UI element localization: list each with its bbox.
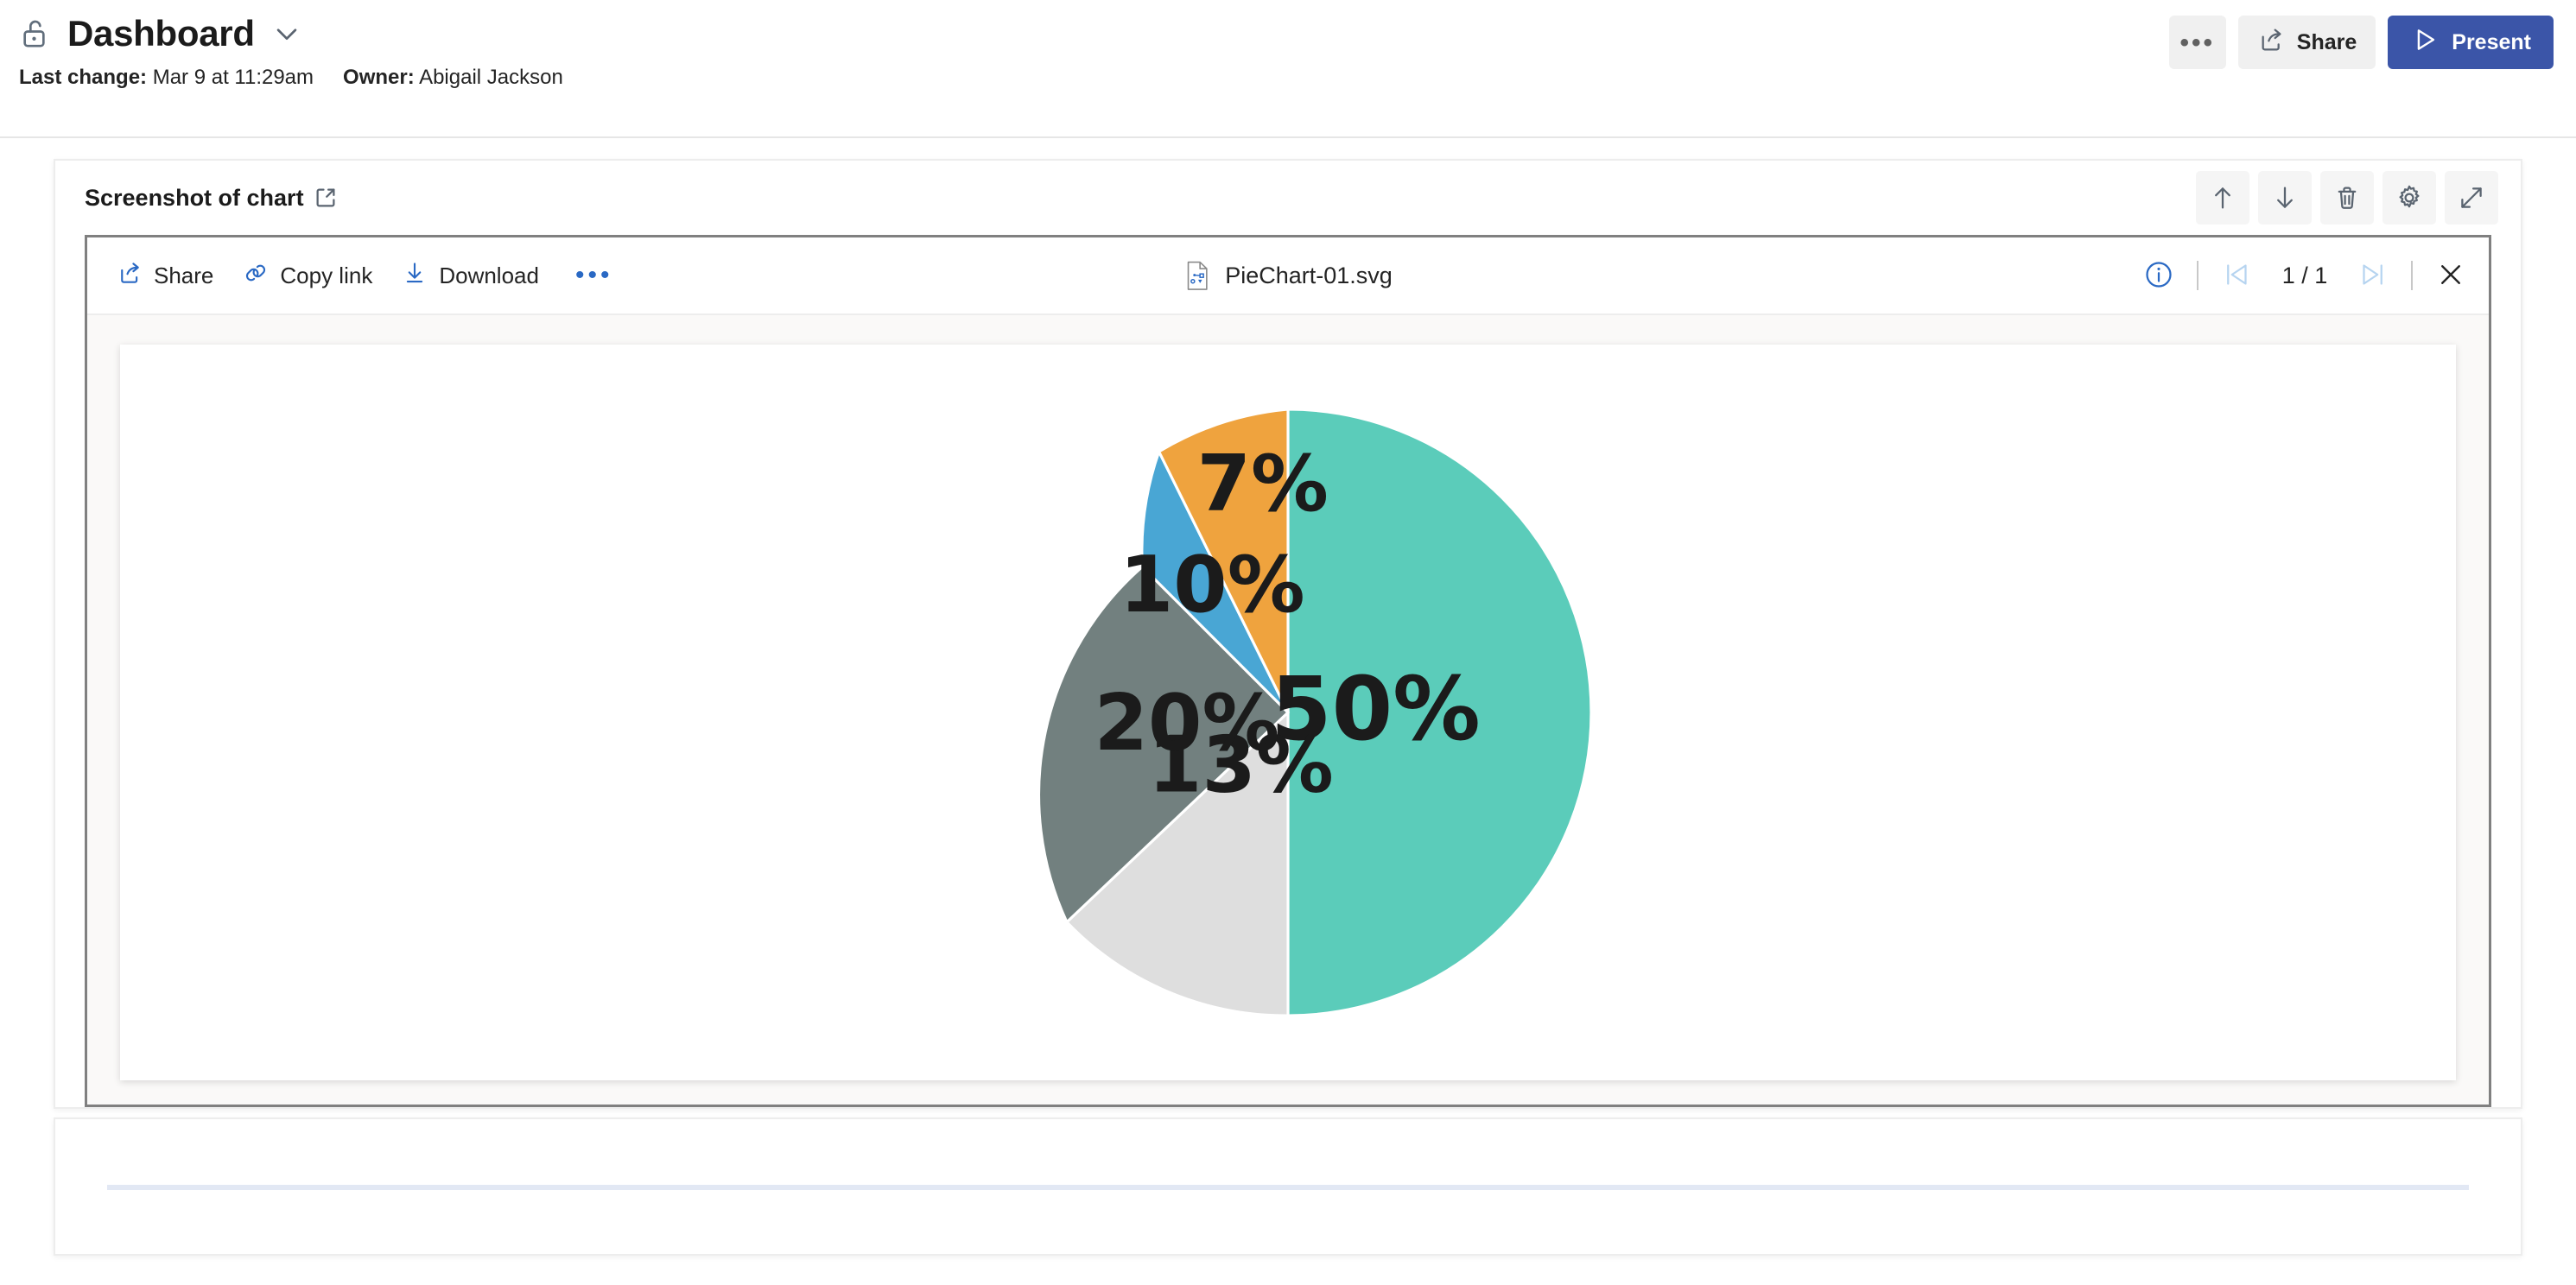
share-button-label: Share (2296, 29, 2357, 54)
chart-card: Screenshot of chart Share Copy link Down… (54, 159, 2522, 1109)
next-page-button[interactable] (2357, 259, 2389, 293)
svg-file-icon (1183, 261, 1211, 290)
share-command-label: Share (154, 262, 214, 288)
copy-link-command[interactable]: Copy link (243, 260, 372, 292)
pie-label-3: 10% (1120, 541, 1305, 630)
page-body: Screenshot of chart Share Copy link Down… (0, 138, 2576, 1285)
more-horizontal-icon: ••• (2179, 28, 2216, 57)
placeholder-line (107, 1185, 2469, 1190)
delete-button[interactable] (2320, 171, 2374, 225)
toolbar-divider (2197, 261, 2198, 290)
pie-label-2: 20% (1094, 679, 1280, 769)
info-circle-icon (2143, 259, 2174, 293)
pie-chart-svg: 50% 13% 20% 10% 7% (1037, 408, 1593, 1017)
share-button[interactable]: Share (2237, 16, 2376, 69)
last-change-meta: Last change: Mar 9 at 11:29am (19, 66, 314, 90)
unlock-icon (19, 16, 54, 51)
file-name: PieChart-01.svg (1225, 262, 1393, 288)
file-viewer-toolbar: Share Copy link Download ••• PieChart-01… (87, 237, 2489, 315)
download-command[interactable]: Download (402, 260, 539, 292)
close-viewer-button[interactable] (2435, 259, 2466, 293)
close-icon (2435, 259, 2466, 293)
external-link-icon[interactable] (313, 185, 339, 211)
chart-card-header: Screenshot of chart (55, 161, 2521, 235)
app-header: Dashboard Last change: Mar 9 at 11:29am … (0, 0, 2576, 138)
link-icon (243, 260, 269, 292)
download-command-label: Download (439, 262, 539, 288)
move-up-button[interactable] (2196, 171, 2249, 225)
play-triangle-icon (2410, 25, 2440, 60)
previous-page-button[interactable] (2221, 259, 2252, 293)
move-down-button[interactable] (2258, 171, 2312, 225)
chart-card-title-wrap[interactable]: Screenshot of chart (85, 185, 339, 212)
file-viewer-commands: Share Copy link Download ••• (117, 260, 619, 292)
file-viewer-canvas: 50% 13% 20% 10% 7% (87, 315, 2489, 1105)
download-icon (402, 260, 428, 292)
file-viewer: Share Copy link Download ••• PieChart-01… (85, 235, 2491, 1107)
next-page-icon (2357, 259, 2389, 293)
last-change-label: Last change: (19, 66, 148, 89)
more-horizontal-icon: ••• (574, 261, 613, 289)
more-options-button[interactable]: ••• (2168, 16, 2226, 69)
file-name-area: PieChart-01.svg (1183, 261, 1393, 290)
share-icon (2257, 26, 2285, 60)
present-button-label: Present (2452, 29, 2531, 54)
share-icon (117, 260, 143, 292)
chart-card-toolbar (2196, 171, 2498, 225)
header-actions: ••• Share Present (2168, 16, 2554, 69)
owner-label: Owner: (343, 66, 415, 89)
previous-page-icon (2221, 259, 2252, 293)
chevron-down-icon[interactable] (272, 19, 301, 48)
page-indicator: 1 / 1 (2281, 262, 2328, 288)
chart-card-title: Screenshot of chart (85, 184, 304, 211)
document-page: 50% 13% 20% 10% 7% (120, 345, 2456, 1080)
file-viewer-controls: 1 / 1 (2143, 259, 2466, 293)
toolbar-divider (2411, 261, 2413, 290)
page-title: Dashboard (67, 13, 255, 54)
share-command[interactable]: Share (117, 260, 213, 292)
pie-label-4: 7% (1197, 440, 1329, 529)
pie-chart: 50% 13% 20% 10% 7% (951, 371, 1625, 1054)
info-button[interactable] (2143, 259, 2174, 293)
settings-button[interactable] (2382, 171, 2436, 225)
present-button[interactable]: Present (2388, 16, 2554, 69)
owner-value: Abigail Jackson (419, 66, 563, 89)
empty-card (54, 1117, 2522, 1256)
expand-button[interactable] (2445, 171, 2498, 225)
viewer-overflow-button[interactable]: ••• (568, 261, 620, 289)
copy-link-command-label: Copy link (280, 262, 373, 288)
last-change-value: Mar 9 at 11:29am (152, 66, 314, 89)
owner-meta: Owner: Abigail Jackson (343, 66, 563, 90)
